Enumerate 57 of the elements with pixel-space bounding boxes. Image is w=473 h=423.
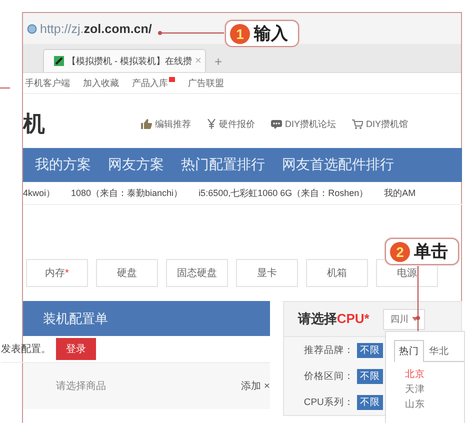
add-remove-link[interactable]: 添加 ×: [241, 363, 270, 409]
part-category-button[interactable]: 固态硬盘: [166, 259, 228, 287]
filter-label: 推荐品牌：: [304, 344, 354, 356]
step-label: 输入: [254, 23, 288, 45]
globe-icon: [27, 24, 37, 34]
nav-link[interactable]: 网友首选配件排行: [282, 156, 394, 174]
nav-link[interactable]: 热门配置排行: [181, 156, 265, 174]
login-note: 发表配置。: [1, 342, 51, 356]
header-link-label: 编辑推荐: [155, 118, 191, 130]
city-option[interactable]: 北京: [405, 368, 425, 381]
step-number-badge: 1: [230, 24, 250, 44]
top-link[interactable]: 加入收藏: [83, 76, 119, 90]
nav-link[interactable]: 网友方案: [108, 156, 164, 174]
cart-icon: [352, 119, 364, 129]
part-category-button[interactable]: 内存*: [26, 259, 88, 287]
part-category-button[interactable]: 硬盘: [96, 259, 158, 287]
header-link-label: DIY攒机馆: [366, 118, 408, 130]
ticker-item[interactable]: 我的AM: [384, 186, 416, 200]
browser-tab[interactable]: 【模拟攒机 - 模拟装机】在线攒 ×: [43, 49, 206, 72]
part-category-button[interactable]: 显卡: [236, 259, 298, 287]
ticker-item[interactable]: 1080（来自：泰勤bianchi）: [71, 186, 183, 200]
config-list-title: 装机配置单: [43, 310, 108, 328]
filter-option[interactable]: 不限: [356, 394, 383, 410]
site-logo-text: 机: [23, 110, 46, 138]
filter-option[interactable]: 不限: [356, 342, 383, 358]
top-link[interactable]: 手机客户端: [25, 76, 70, 90]
chat-icon: [271, 120, 282, 128]
step-number-badge: 2: [390, 242, 410, 262]
header-link[interactable]: 编辑推荐: [141, 118, 191, 130]
nav-link[interactable]: 我的方案: [35, 156, 91, 174]
login-button[interactable]: 登录: [56, 338, 96, 360]
header-link[interactable]: DIY攒机馆: [352, 118, 408, 130]
region-select[interactable]: 四川: [383, 308, 426, 330]
filter-label: 价格区间：: [304, 370, 354, 382]
part-category-button[interactable]: 机箱: [306, 259, 368, 287]
header-link-label: DIY攒机论坛: [285, 118, 336, 130]
tab-title: 【模拟攒机 - 模拟装机】在线攒: [67, 54, 192, 68]
header-link[interactable]: DIY攒机论坛: [271, 118, 336, 130]
yen-icon: [207, 119, 216, 129]
thumbs-up-icon: [141, 119, 152, 129]
top-link[interactable]: 广告联盟: [188, 76, 224, 90]
filter-option[interactable]: 不限: [356, 368, 383, 384]
product-select-field[interactable]: 请选择商品: [23, 363, 242, 409]
filter-label: CPU系列：: [304, 396, 354, 408]
top-link[interactable]: 产品入库: [132, 76, 175, 90]
panel-title: 请选择CPU*: [298, 310, 370, 328]
leader-line: [158, 31, 226, 35]
ticker-item[interactable]: 4kwoi）: [23, 186, 56, 200]
header-link-label: 硬件报价: [219, 118, 255, 130]
header-link[interactable]: 硬件报价: [207, 118, 255, 130]
region-tab[interactable]: 华北: [424, 340, 454, 362]
url-text[interactable]: http://zj.zol.com.cn/: [40, 22, 152, 36]
city-option[interactable]: 山东: [405, 398, 425, 411]
region-tab[interactable]: 热门: [394, 340, 424, 362]
ticker-item[interactable]: i5:6500,七彩虹1060 6G（来自：Roshen）: [198, 186, 368, 200]
city-option[interactable]: 天津: [405, 383, 425, 396]
site-favicon-icon: [54, 56, 64, 66]
